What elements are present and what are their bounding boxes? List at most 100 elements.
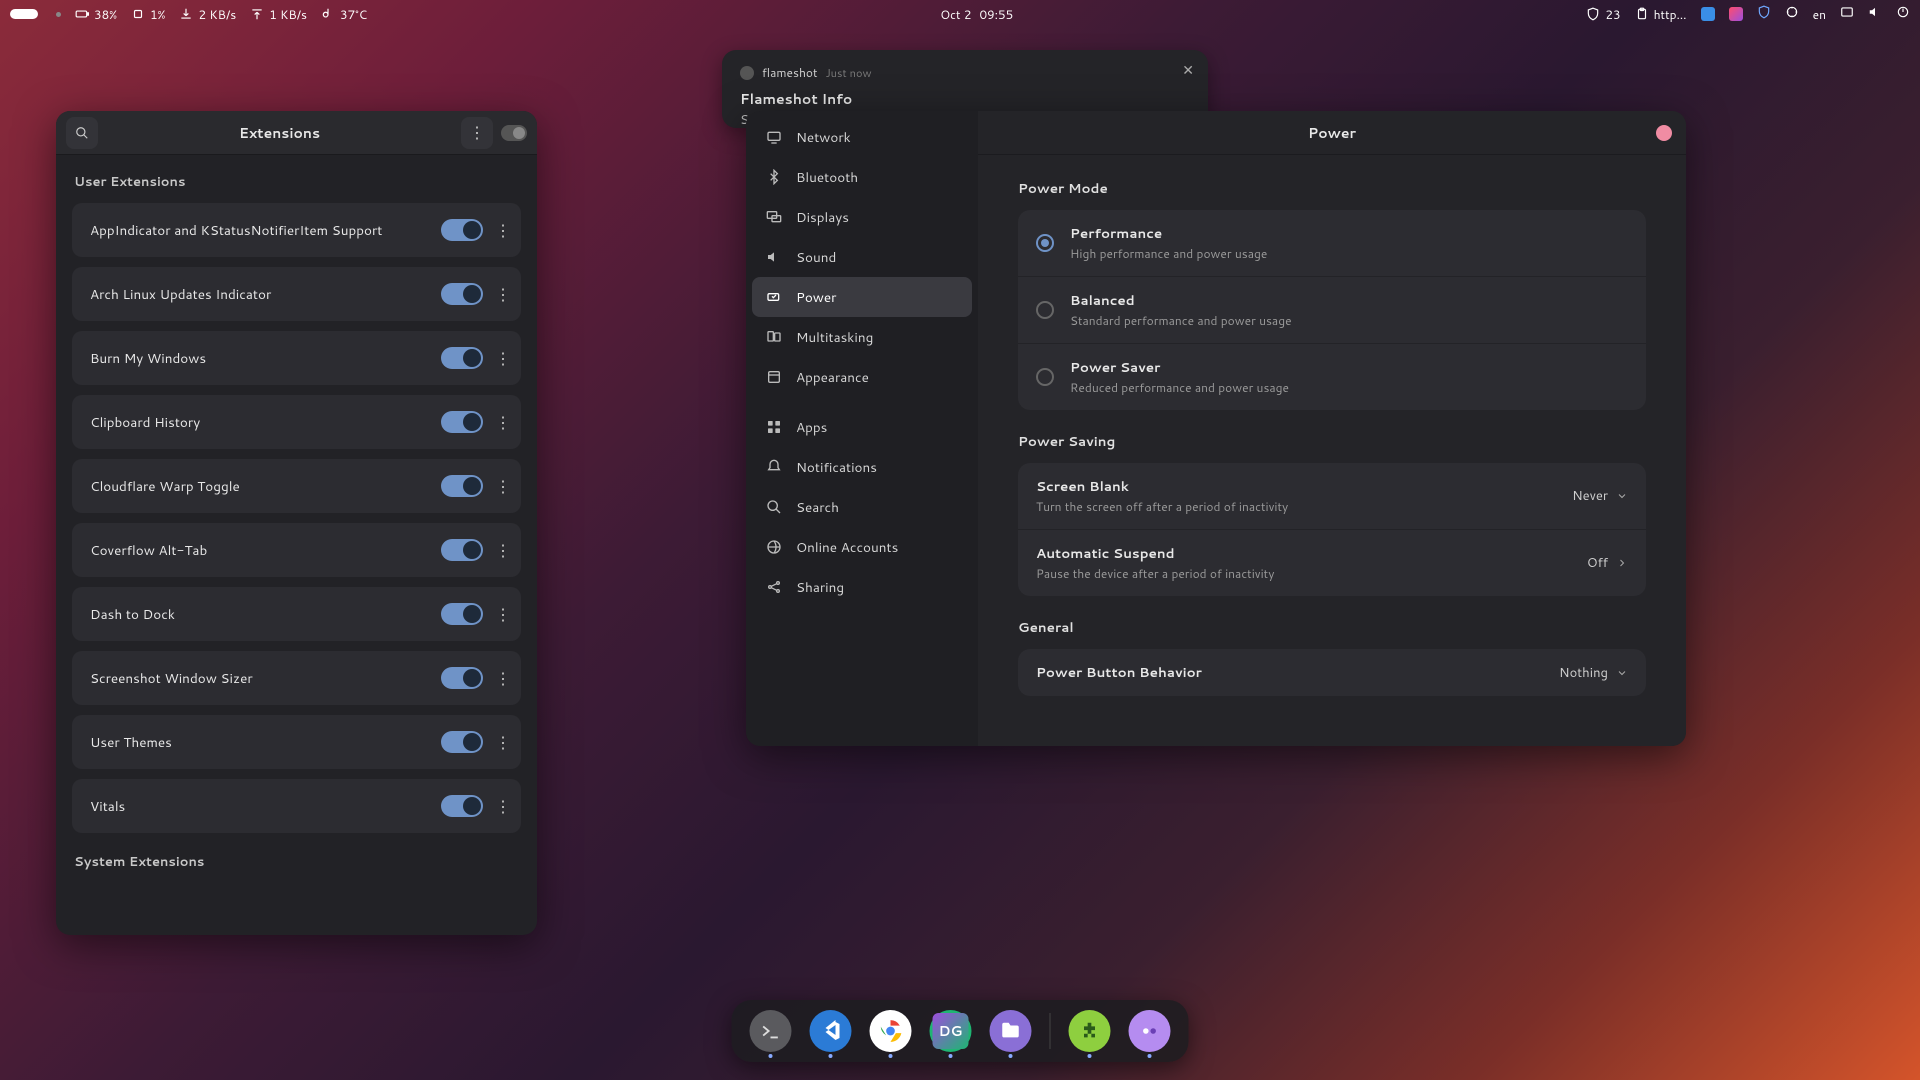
row-value: Nothing [1559,664,1608,682]
apps-icon [766,419,782,435]
extension-toggle[interactable] [441,731,483,753]
extension-toggle[interactable] [441,475,483,497]
clock[interactable]: Oct 2 09:55 [940,6,1013,23]
radio-button[interactable] [1036,234,1054,252]
option-desc: Reduced performance and power usage [1070,379,1289,396]
warp-icon[interactable] [1757,5,1771,23]
net-down-indicator[interactable]: 2 KB/s [179,6,236,23]
top-bar: 38% 1% 2 KB/s 1 KB/s 37°C Oct 2 09:55 23… [0,0,1920,28]
running-indicator [889,1054,893,1058]
sidebar-item-online-accounts[interactable]: Online Accounts [752,527,972,567]
option-title: Balanced [1070,291,1292,310]
extension-row: User Themes ⋮ [72,715,521,769]
sidebar-item-power[interactable]: Power [752,277,972,317]
extension-toggle[interactable] [441,347,483,369]
extension-menu-button[interactable]: ⋮ [493,411,513,434]
cpu-icon [131,7,145,21]
sidebar-item-network[interactable]: Network [752,117,972,157]
sidebar-item-displays[interactable]: Displays [752,197,972,237]
extension-name: Burn My Windows [90,349,206,368]
sidebar-item-bluetooth[interactable]: Bluetooth [752,157,972,197]
temp-indicator[interactable]: 37°C [321,6,367,23]
running-indicator [949,1054,953,1058]
chevron-down-icon [1616,667,1628,679]
extension-menu-button[interactable]: ⋮ [493,731,513,754]
tray-icon-1[interactable] [1701,7,1715,21]
extension-toggle[interactable] [441,795,483,817]
extension-menu-button[interactable]: ⋮ [493,219,513,242]
dock-app-chrome[interactable] [870,1010,912,1052]
dock-app-tweaks[interactable] [1129,1010,1171,1052]
sidebar-item-label: Search [796,498,839,517]
volume-icon[interactable] [1868,5,1882,23]
dock-app-terminal[interactable] [750,1010,792,1052]
sidebar-item-label: Apps [796,418,827,437]
sidebar-item-label: Bluetooth [796,168,858,187]
workspace-dot [56,12,61,17]
clipboard-indicator[interactable]: http… [1635,6,1687,23]
dock: DG [732,1000,1189,1062]
extension-menu-button[interactable]: ⋮ [493,667,513,690]
night-light-icon[interactable] [1785,5,1799,23]
setting-row-power-button-behavior[interactable]: Power Button Behavior Nothing [1018,649,1646,696]
extension-menu-button[interactable]: ⋮ [493,347,513,370]
extensions-search-button[interactable] [66,117,98,149]
sidebar-item-sharing[interactable]: Sharing [752,567,972,607]
tray-icon-2[interactable] [1729,7,1743,21]
setting-row-automatic-suspend[interactable]: Automatic Suspend Pause the device after… [1018,530,1646,596]
extension-toggle[interactable] [441,539,483,561]
net-up-indicator[interactable]: 1 KB/s [250,6,307,23]
chevron-down-icon [1616,490,1628,502]
extension-toggle[interactable] [441,219,483,241]
screenshot-icon[interactable] [1840,5,1854,23]
thermometer-icon [321,7,335,21]
sidebar-item-label: Sound [796,248,836,267]
date-text: Oct 2 [940,6,971,23]
extension-name: Vitals [90,797,125,816]
extension-menu-button[interactable]: ⋮ [493,539,513,562]
sidebar-item-apps[interactable]: Apps [752,407,972,447]
extension-toggle[interactable] [441,667,483,689]
radio-button[interactable] [1036,368,1054,386]
power-mode-option-power-saver[interactable]: Power Saver Reduced performance and powe… [1018,344,1646,410]
extension-menu-button[interactable]: ⋮ [493,475,513,498]
window-close-button[interactable] [1656,125,1672,141]
notification-close-button[interactable]: ✕ [1182,60,1194,80]
lang-indicator[interactable]: en [1813,6,1826,23]
extension-menu-button[interactable]: ⋮ [493,795,513,818]
online-accounts-icon [766,539,782,555]
workspace-indicator[interactable]: 23 [1586,6,1620,23]
dock-app-vscode[interactable] [810,1010,852,1052]
settings-page-title: Power [1308,123,1356,143]
radio-button[interactable] [1036,301,1054,319]
setting-row-screen-blank[interactable]: Screen Blank Turn the screen off after a… [1018,463,1646,530]
battery-indicator[interactable]: 38% [75,6,117,23]
cpu-indicator[interactable]: 1% [131,6,165,23]
power-menu-icon[interactable] [1896,5,1910,23]
extension-name: AppIndicator and KStatusNotifierItem Sup… [90,221,382,240]
power-mode-option-performance[interactable]: Performance High performance and power u… [1018,210,1646,277]
extension-toggle[interactable] [441,283,483,305]
extensions-titlebar: Extensions ⋮ [56,111,537,155]
dock-app-files[interactable] [990,1010,1032,1052]
settings-page-header: Power [978,111,1686,155]
extension-toggle[interactable] [441,411,483,433]
chevron-right-icon [1616,557,1628,569]
extensions-menu-button[interactable]: ⋮ [461,117,493,149]
power-mode-option-balanced[interactable]: Balanced Standard performance and power … [1018,277,1646,344]
sidebar-item-multitasking[interactable]: Multitasking [752,317,972,357]
dock-app-datagrip[interactable]: DG [930,1010,972,1052]
extensions-master-toggle[interactable] [501,125,527,141]
extension-toggle[interactable] [441,603,483,625]
row-desc: Pause the device after a period of inact… [1036,565,1274,582]
sidebar-item-sound[interactable]: Sound [752,237,972,277]
download-icon [179,7,193,21]
extension-menu-button[interactable]: ⋮ [493,283,513,306]
extension-menu-button[interactable]: ⋮ [493,603,513,626]
sidebar-item-appearance[interactable]: Appearance [752,357,972,397]
sidebar-item-search[interactable]: Search [752,487,972,527]
extension-row: Vitals ⋮ [72,779,521,833]
dock-app-extensions[interactable] [1069,1010,1111,1052]
sidebar-item-notifications[interactable]: Notifications [752,447,972,487]
activities-pill[interactable] [10,9,38,19]
